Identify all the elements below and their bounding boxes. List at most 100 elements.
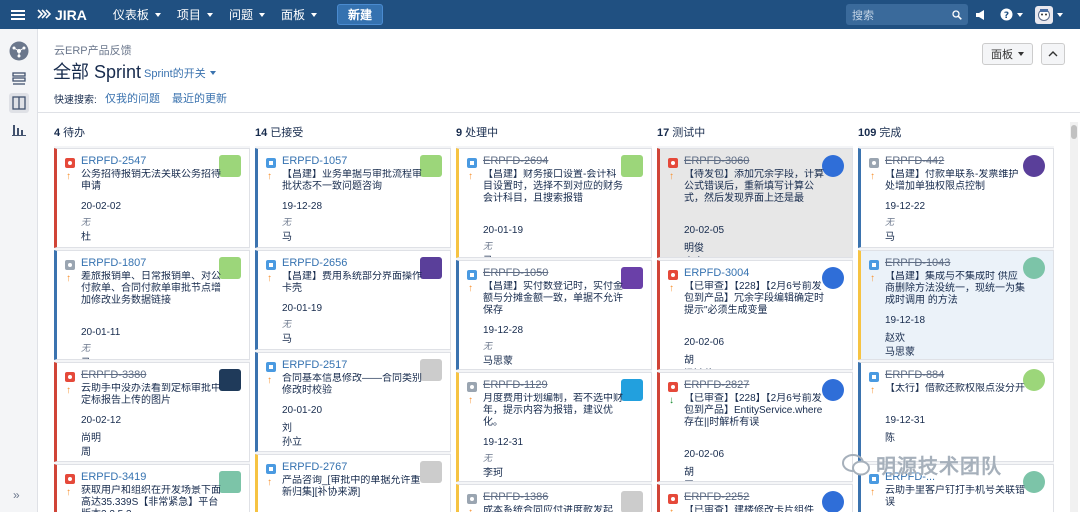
issue-card[interactable]: ERPFD-442 ↑ 【昌建】付款单联系-发票维护处增加单独权限点控制 19-12-… <box>858 148 1054 248</box>
column-name: 处理中 <box>465 127 499 139</box>
expand-icon[interactable]: » <box>13 488 20 502</box>
issue-card[interactable]: ERPFD-1129 ↑ 月度费用计划编制，若不选中财年，提示内容为报错，建议优化。… <box>456 372 652 482</box>
scrollbar-thumb[interactable] <box>1071 125 1077 139</box>
column-header: 14 已接受 <box>255 124 303 140</box>
issue-key-link[interactable]: ERPFD-442 <box>885 155 944 167</box>
type-glyph <box>68 477 72 481</box>
collapse-header-button[interactable] <box>1041 43 1065 65</box>
nav-projects[interactable]: 项目 <box>169 0 221 29</box>
priority-high-icon: ↑ <box>267 171 272 182</box>
issue-summary: 【已审查】【228】【2月6号前发包到产品】EntityService.wher… <box>684 393 823 428</box>
priority-high-icon: ↑ <box>870 171 875 182</box>
project-avatar-icon[interactable] <box>9 41 29 61</box>
issue-summary: 月度费用计划编制，若不选中财年，提示内容为报错，建议优化。 <box>483 393 623 428</box>
issue-card[interactable]: ERPFD-2827 ↓ 【已审查】【228】【2月6号前发包到产品】EntityS… <box>657 372 853 482</box>
issue-card[interactable]: ERPFD-2252 ↑ 【已审查】建楼修改卡片组件 <box>657 484 853 512</box>
issue-card[interactable]: ERPFD-1807 ↑ 差旅报销单、日常报销单、对公付款单、合同付款单审批节点增加… <box>54 250 250 360</box>
nav-issues[interactable]: 问题 <box>221 0 273 29</box>
assignee-avatar <box>822 267 844 289</box>
quick-filter-my-issues[interactable]: 仅我的问题 <box>105 90 160 106</box>
bug-type-icon <box>668 270 678 280</box>
issue-card[interactable]: ERPFD-3419 ↑ 获取用户和组织在开发场景下面高达35.339S【非常紧急】… <box>54 464 250 512</box>
issue-card[interactable]: ERPFD-2656 ↑ 【昌建】费用系统部分界面操作卡壳 20-01-19 无马 <box>255 250 451 350</box>
sprint-filter-dropdown[interactable]: Sprint的开关 <box>144 65 216 81</box>
bug-type-icon <box>668 494 678 504</box>
board-menu-button[interactable]: 面板 <box>982 43 1033 65</box>
issue-key-link[interactable]: ERPFD-1050 <box>483 267 548 279</box>
issue-key-link[interactable]: ERPFD-2656 <box>282 257 347 269</box>
issue-card[interactable]: ERPFD-2767↑产品咨询_[审批中的单据允许重新归集][补协来源]20-0… <box>255 454 451 512</box>
issue-key-link[interactable]: ERPFD-884 <box>885 369 944 381</box>
reporter-name: 尚明 <box>81 433 101 444</box>
assignee-name: 李泉 <box>684 253 704 257</box>
issue-card[interactable]: ERPFD-2517 ↑ 合同基本信息修改——合同类别修改时校验 20-01-20 刘孙… <box>255 352 451 452</box>
issue-card[interactable]: ERPFD-884 ↑ 【太行】借款还款权限点没分开 19-12-31 陈 <box>858 362 1054 462</box>
issue-key-link[interactable]: ERPFD-3060 <box>684 155 749 167</box>
issue-key-link[interactable]: ERPFD-3004 <box>684 267 749 279</box>
nav-boards[interactable]: 面板 <box>273 0 325 29</box>
issue-key-link[interactable]: ERPFD-2827 <box>684 379 749 391</box>
search-icon <box>952 9 962 20</box>
type-glyph <box>872 263 876 267</box>
user-menu[interactable] <box>1035 5 1063 24</box>
issue-key-link[interactable]: ERPFD-2252 <box>684 491 749 503</box>
create-button[interactable]: 新建 <box>336 4 383 25</box>
project-name[interactable]: 云ERP产品反馈 <box>54 42 132 58</box>
due-date: 19-12-31 <box>885 415 926 426</box>
due-date: 20-01-19 <box>282 303 323 314</box>
issue-summary: 产品咨询_[审批中的单据允许重新归集][补协来源] <box>282 475 421 498</box>
issue-key-link[interactable]: ERPFD-2694 <box>483 155 548 167</box>
issue-summary: 差旅报销单、日常报销单、对公付款单、合同付款单审批节点增加修改业务数据链接 <box>81 271 221 306</box>
due-date: 20-02-06 <box>684 449 725 460</box>
assignee-name: 马 <box>282 232 292 243</box>
quick-search-label: 快速搜索: <box>54 95 97 106</box>
issue-key-link[interactable]: ERPFD-3380 <box>81 369 146 381</box>
menu-icon[interactable] <box>0 0 36 29</box>
story-type-icon <box>266 362 276 372</box>
column-count: 4 <box>54 127 61 139</box>
issue-key-link[interactable]: ERPFD-2547 <box>81 155 146 167</box>
type-glyph <box>68 161 72 165</box>
type-glyph <box>872 375 876 379</box>
board-icon[interactable] <box>9 93 29 113</box>
reports-icon[interactable] <box>9 119 29 139</box>
help-menu[interactable]: ? <box>1000 8 1023 21</box>
story-type-icon <box>467 158 477 168</box>
issue-card[interactable]: ERPFD-3060 ↑ 【待发包】添加冗余字段，计算公式错误后，重新填写计算公式，… <box>657 148 853 258</box>
notification-icon[interactable] <box>975 9 988 21</box>
quick-filter-recent[interactable]: 最近的更新 <box>172 90 227 106</box>
chevron-down-icon <box>1018 52 1024 56</box>
assignee-avatar <box>219 369 241 391</box>
type-glyph <box>68 263 72 267</box>
issue-key-link[interactable]: ERPFD-1807 <box>81 257 146 269</box>
issue-card[interactable]: ERPFD-3004 ↑ 【已审查】【228】【2月6号前发包到产品】冗余字段编辑确… <box>657 260 853 370</box>
jira-logo[interactable]: JIRA <box>36 7 87 23</box>
issue-key-link[interactable]: ERPFD-2767 <box>282 461 347 473</box>
issue-key-link[interactable]: ERPFD-1057 <box>282 155 347 167</box>
search-input[interactable]: 搜索 <box>846 4 968 25</box>
nav-dashboards[interactable]: 仪表板 <box>105 0 169 29</box>
board-scrollbar[interactable] <box>1070 122 1078 512</box>
story-type-icon <box>266 158 276 168</box>
issue-key-link[interactable]: ERPFD-1129 <box>483 379 548 391</box>
main-nav: 仪表板 项目 问题 面板 新建 <box>105 0 383 29</box>
issue-card[interactable]: ERPFD-2694 ↑ 【昌建】财务接口设置-会计科目设置时，选择不到对应的财务会… <box>456 148 652 258</box>
type-glyph <box>671 161 675 165</box>
task-type-icon <box>467 382 477 392</box>
due-date: 19-12-22 <box>885 201 926 212</box>
issue-card[interactable]: ERPFD-2547 ↑ 公务招待报销无法关联公务招待申请 20-02-02 无杜 <box>54 148 250 248</box>
due-date: 20-01-20 <box>282 405 323 416</box>
issue-key-link[interactable]: ERPFD-1043 <box>885 257 950 269</box>
issue-key-link[interactable]: ERPFD-1386 <box>483 491 548 503</box>
issue-card[interactable]: ERPFD-1050 ↑ 【昌建】实付数登记时，实付金额与分摊金额一致，单据不允许保… <box>456 260 652 370</box>
issue-card[interactable]: ERPFD-1386 ↑ 成本系统合同应付进度款发起 <box>456 484 652 512</box>
issue-key-link[interactable]: ERPFD-2517 <box>282 359 347 371</box>
issue-card[interactable]: ERPFD-3380 ↑ 云助手中没办法看到定标审批中定标报告上传的图片 20-02-… <box>54 362 250 462</box>
type-glyph <box>872 161 876 165</box>
priority-high-icon: ↑ <box>468 395 473 406</box>
issue-card[interactable]: ERPFD-1043 ↑ 【昌建】集成与不集成时 供应商删除方法没统一，现统一为集成… <box>858 250 1054 360</box>
backlog-icon[interactable] <box>9 69 29 89</box>
empty-field: 无 <box>282 217 292 227</box>
issue-card[interactable]: ERPFD-1057 ↑ 【昌建】业务单据与审批流程审批状态不一致问题咨询 19-12… <box>255 148 451 248</box>
issue-key-link[interactable]: ERPFD-3419 <box>81 471 146 483</box>
